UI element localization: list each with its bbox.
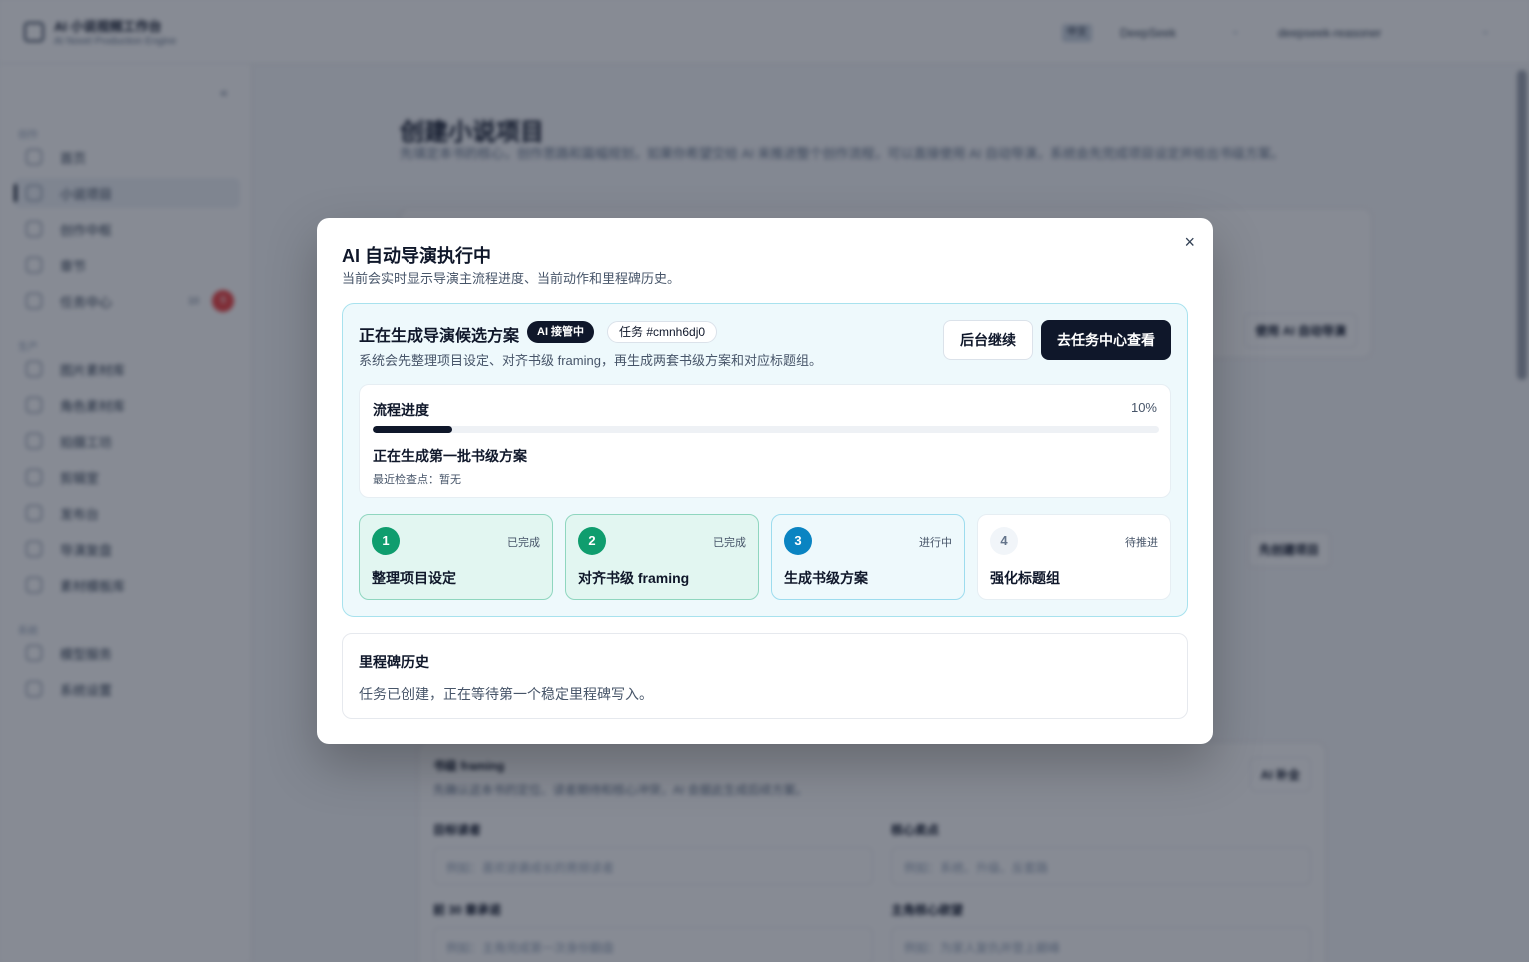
go-to-task-center-button[interactable]: 去任务中心查看 — [1041, 320, 1171, 360]
progress-status: 正在生成第一批书级方案 — [373, 448, 527, 464]
step-state: 待推进 — [1125, 537, 1158, 549]
step-state: 进行中 — [919, 537, 952, 549]
panel-title: 正在生成导演候选方案 — [359, 328, 520, 345]
step-number: 4 — [990, 527, 1018, 555]
step-card: 2 已完成 对齐书级 framing — [565, 514, 759, 600]
history-title: 里程碑历史 — [359, 654, 429, 670]
step-state: 已完成 — [507, 537, 540, 549]
step-name: 生成书级方案 — [784, 570, 868, 586]
continue-in-background-button[interactable]: 后台继续 — [943, 320, 1033, 360]
step-card: 3 进行中 生成书级方案 — [771, 514, 965, 600]
history-text: 任务已创建，正在等待第一个稳定里程碑写入。 — [359, 686, 653, 702]
ai-takeover-badge: AI 接管中 — [527, 321, 595, 343]
step-number: 3 — [784, 527, 812, 555]
step-name: 整理项目设定 — [372, 570, 456, 586]
step-number: 2 — [578, 527, 606, 555]
task-id-badge: 任务 #cmnh6dj0 — [607, 321, 718, 343]
auto-director-modal: × AI 自动导演执行中 当前会实时显示导演主流程进度、当前动作和里程碑历史。 … — [317, 218, 1213, 744]
modal-title: AI 自动导演执行中 — [342, 246, 492, 266]
step-number: 1 — [372, 527, 400, 555]
status-panel: 正在生成导演候选方案 AI 接管中 任务 #cmnh6dj0 系统会先整理项目设… — [342, 303, 1188, 617]
panel-description: 系统会先整理项目设定、对齐书级 framing，再生成两套书级方案和对应标题组。 — [359, 353, 822, 368]
step-name: 强化标题组 — [990, 570, 1060, 586]
close-icon[interactable]: × — [1184, 232, 1195, 252]
milestone-history: 里程碑历史 任务已创建，正在等待第一个稳定里程碑写入。 — [342, 633, 1188, 719]
step-name: 对齐书级 framing — [578, 570, 690, 586]
progress-percent: 10% — [1130, 400, 1157, 415]
step-card: 4 待推进 强化标题组 — [977, 514, 1171, 600]
step-state: 已完成 — [713, 537, 746, 549]
modal-subtitle: 当前会实时显示导演主流程进度、当前动作和里程碑历史。 — [342, 271, 681, 286]
step-list: 1 已完成 整理项目设定 2 已完成 对齐书级 framing 3 进行中 生成… — [359, 514, 1171, 600]
progress-bar-fill — [373, 426, 452, 433]
progress-card: 流程进度 10% 正在生成第一批书级方案 最近检查点：暂无 — [359, 384, 1171, 498]
step-card: 1 已完成 整理项目设定 — [359, 514, 553, 600]
last-checkpoint: 最近检查点：暂无 — [373, 474, 461, 486]
progress-bar — [373, 426, 1159, 433]
progress-label: 流程进度 — [373, 402, 429, 418]
